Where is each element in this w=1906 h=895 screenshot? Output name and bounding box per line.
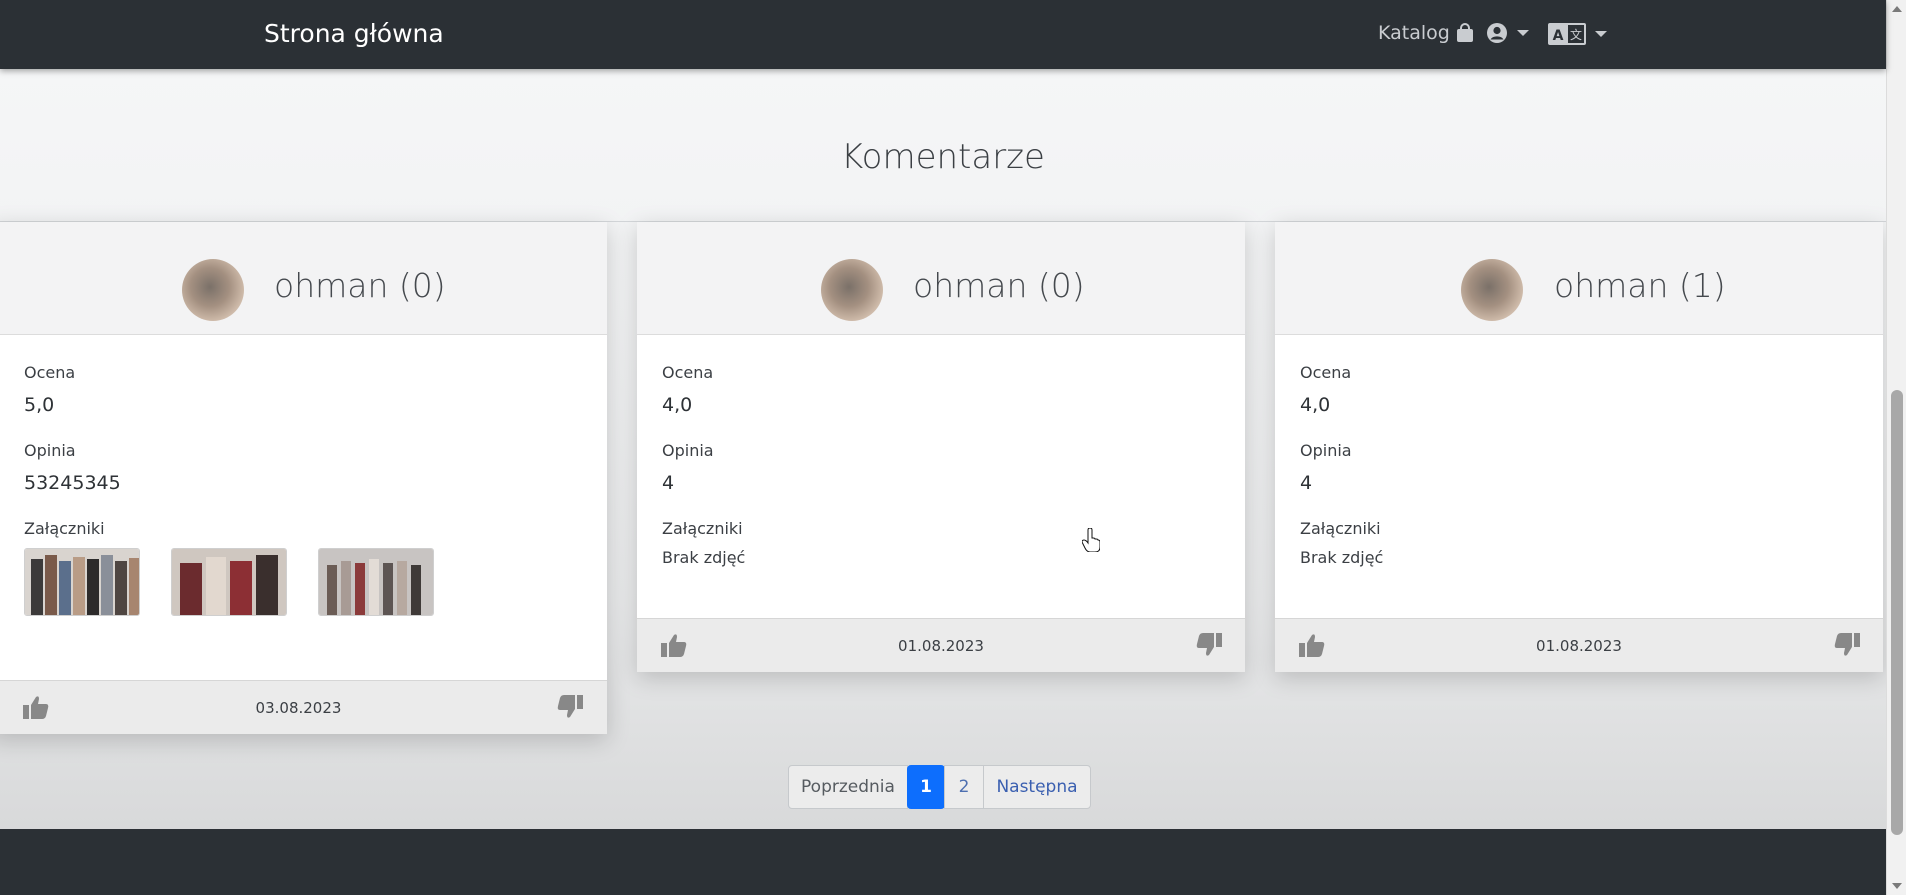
opinion-value: 53245345 xyxy=(24,472,121,494)
pagination-page-2[interactable]: 2 xyxy=(944,765,984,809)
chevron-down-icon xyxy=(1595,31,1607,37)
comment-card-footer: 01.08.2023 xyxy=(1275,618,1883,672)
dislike-button[interactable] xyxy=(1196,633,1222,657)
dislike-button[interactable] xyxy=(1834,633,1860,657)
svg-text:A: A xyxy=(1553,28,1564,44)
rating-label: Ocena xyxy=(1300,363,1352,382)
vertical-scrollbar[interactable] xyxy=(1886,0,1906,895)
attachment-thumbnail[interactable] xyxy=(24,548,140,616)
avatar xyxy=(1461,259,1523,321)
rating-label: Ocena xyxy=(24,363,76,382)
attachments-label: Załączniki xyxy=(662,519,743,538)
comment-card-header: ohman (0) xyxy=(0,222,607,335)
pagination-next[interactable]: Następna xyxy=(983,765,1091,809)
rating-value: 4,0 xyxy=(1300,394,1331,416)
thumbs-down-icon xyxy=(557,695,583,718)
comment-card-header: ohman (1) xyxy=(1275,222,1883,335)
opinion-label: Opinia xyxy=(662,441,714,460)
comment-card: ohman (0) Ocena 4,0 Opinia 4 Załączniki … xyxy=(637,222,1245,672)
comments-section: Komentarze ohman (0) Ocena 5,0 Opinia 53… xyxy=(0,69,1886,829)
pagination-page-1[interactable]: 1 xyxy=(907,765,945,809)
thumbs-down-icon xyxy=(1196,633,1222,656)
attachments-label: Załączniki xyxy=(1300,519,1381,538)
comment-date: 03.08.2023 xyxy=(255,699,342,717)
brand-link[interactable]: Strona główna xyxy=(264,19,444,48)
comment-author: ohman (0) xyxy=(274,266,446,305)
avatar xyxy=(182,259,244,321)
catalog-link[interactable]: Katalog xyxy=(1378,22,1474,44)
comment-card: ohman (0) Ocena 5,0 Opinia 53245345 Załą… xyxy=(0,222,607,734)
comment-card-footer: 03.08.2023 xyxy=(0,680,607,734)
user-menu-dropdown[interactable] xyxy=(1486,22,1529,44)
comment-date: 01.08.2023 xyxy=(898,637,984,655)
language-dropdown[interactable]: A 文 xyxy=(1548,22,1607,46)
attachments-gallery xyxy=(24,548,524,618)
comment-author: ohman (0) xyxy=(913,266,1085,305)
thumbs-down-icon xyxy=(1834,633,1860,656)
rating-value: 5,0 xyxy=(24,394,55,416)
comment-date: 01.08.2023 xyxy=(1536,637,1622,655)
scroll-up-icon[interactable] xyxy=(1892,6,1902,12)
chevron-down-icon xyxy=(1517,30,1529,36)
top-navbar: Strona główna Katalog A 文 xyxy=(0,0,1886,69)
no-photos-text: Brak zdjęć xyxy=(662,548,746,567)
user-circle-icon xyxy=(1486,22,1508,44)
page-footer xyxy=(0,829,1886,895)
svg-text:文: 文 xyxy=(1570,27,1582,42)
section-title: Komentarze xyxy=(841,137,1045,177)
opinion-value: 4 xyxy=(1300,472,1313,494)
comment-card: ohman (1) Ocena 4,0 Opinia 4 Załączniki … xyxy=(1275,222,1883,672)
shopping-bag-icon xyxy=(1456,23,1474,43)
attachments-label: Załączniki xyxy=(24,519,105,538)
scroll-down-icon[interactable] xyxy=(1892,883,1902,889)
comment-card-header: ohman (0) xyxy=(637,222,1245,335)
scrollbar-thumb[interactable] xyxy=(1891,390,1903,835)
language-icon: A 文 xyxy=(1548,22,1586,46)
page: Strona główna Katalog A 文 Komentarze ohm… xyxy=(0,0,1906,895)
rating-label: Ocena xyxy=(662,363,714,382)
pagination-previous[interactable]: Poprzednia xyxy=(788,765,908,809)
pagination: Poprzednia 1 2 Następna xyxy=(788,765,1091,809)
opinion-value: 4 xyxy=(662,472,675,494)
rating-value: 4,0 xyxy=(662,394,693,416)
no-photos-text: Brak zdjęć xyxy=(1300,548,1384,567)
dislike-button[interactable] xyxy=(557,695,583,719)
catalog-label: Katalog xyxy=(1378,22,1450,44)
attachment-thumbnail[interactable] xyxy=(171,548,287,616)
hand-cursor-icon xyxy=(1082,528,1100,552)
comment-author: ohman (1) xyxy=(1554,266,1726,305)
opinion-label: Opinia xyxy=(1300,441,1352,460)
avatar xyxy=(821,259,883,321)
attachment-thumbnail[interactable] xyxy=(318,548,434,616)
comment-card-footer: 01.08.2023 xyxy=(637,618,1245,672)
opinion-label: Opinia xyxy=(24,441,76,460)
